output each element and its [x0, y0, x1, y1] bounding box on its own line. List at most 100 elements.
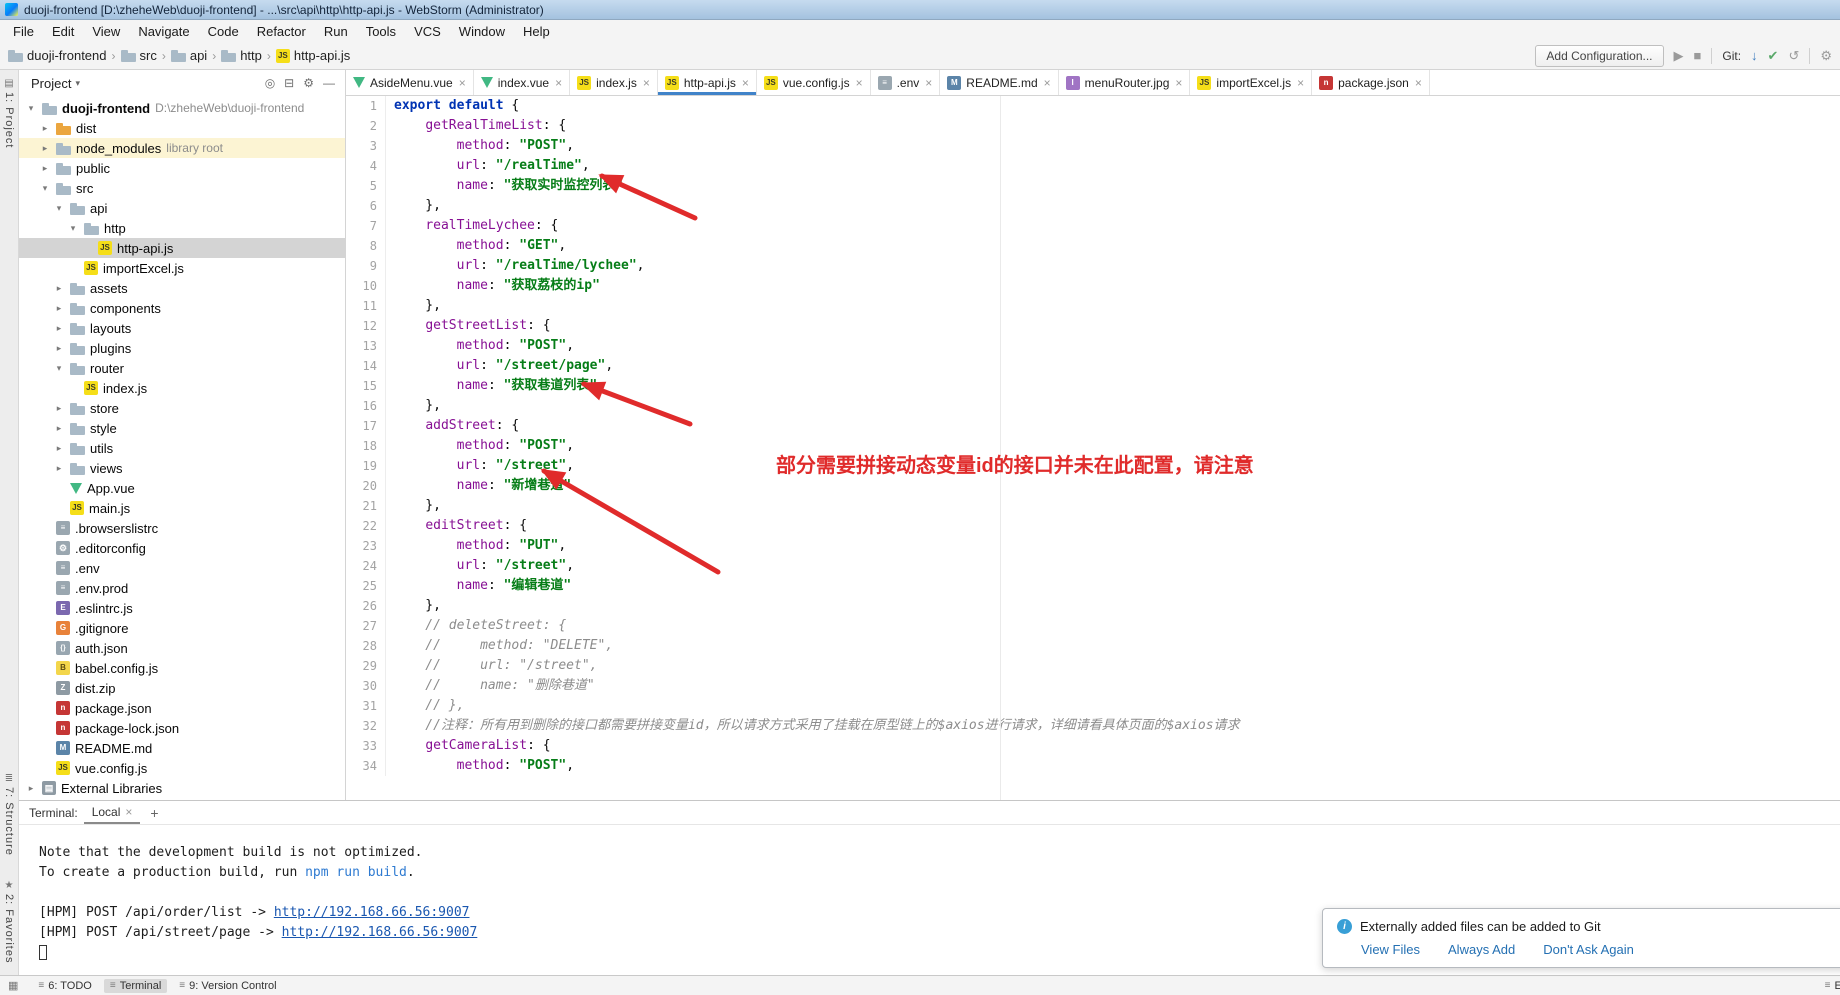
event-log-button[interactable]: ≡ Event Log	[1825, 980, 1840, 992]
chevron-right-icon[interactable]: ▸	[53, 463, 65, 474]
tree-item-env-prod[interactable]: ≡.env.prod	[19, 578, 345, 598]
tab-readme-md[interactable]: MREADME.md×	[940, 70, 1058, 95]
terminal-tab-local[interactable]: Local ×	[84, 802, 141, 824]
tree-item-package-json[interactable]: npackage.json	[19, 698, 345, 718]
git-history-icon[interactable]: ↺	[1788, 48, 1799, 64]
breadcrumb-item[interactable]: http	[221, 48, 262, 63]
tree-item-package-lock-json[interactable]: npackage-lock.json	[19, 718, 345, 738]
tab-importexcel-js[interactable]: JSimportExcel.js×	[1190, 70, 1312, 95]
terminal-link[interactable]: http://192.168.66.56:9007	[274, 905, 470, 920]
tab-env[interactable]: ≡.env×	[871, 70, 941, 95]
menu-file[interactable]: File	[4, 22, 43, 41]
menu-edit[interactable]: Edit	[43, 22, 83, 41]
tab-menurouter-jpg[interactable]: ImenuRouter.jpg×	[1059, 70, 1191, 95]
tree-item-browserslistrc[interactable]: ≡.browserslistrc	[19, 518, 345, 538]
menu-navigate[interactable]: Navigate	[129, 22, 198, 41]
add-configuration-button[interactable]: Add Configuration...	[1535, 45, 1663, 67]
tree-item-external-libraries[interactable]: ▸▤External Libraries	[19, 778, 345, 798]
breadcrumb-item[interactable]: src	[121, 48, 157, 63]
toolwindow-favorites-button[interactable]: ★ 2: Favorites	[3, 876, 15, 967]
notification-action-don-t-ask-again[interactable]: Don't Ask Again	[1543, 942, 1634, 957]
chevron-right-icon[interactable]: ▸	[53, 323, 65, 334]
toolwindow-project-button[interactable]: ▤ 1: Project	[3, 74, 15, 152]
toolwindow-toggle-icon[interactable]: ▦	[4, 979, 22, 992]
tree-item-utils[interactable]: ▸utils	[19, 438, 345, 458]
menu-help[interactable]: Help	[514, 22, 559, 41]
tab-index-js[interactable]: JSindex.js×	[570, 70, 658, 95]
statusbar-terminal[interactable]: ≡Terminal	[104, 979, 167, 993]
close-tab-icon[interactable]: ×	[643, 76, 650, 90]
settings-icon[interactable]: ⚙	[1820, 48, 1832, 64]
tab-http-api-js[interactable]: JShttp-api.js×	[658, 70, 757, 95]
hide-panel-icon[interactable]: ―	[323, 76, 335, 90]
tree-item-editorconfig[interactable]: ⚙.editorconfig	[19, 538, 345, 558]
tree-item-node-modules[interactable]: ▸node_moduleslibrary root	[19, 138, 345, 158]
statusbar-6-todo[interactable]: ≡6: TODO	[32, 979, 97, 993]
breadcrumb-item[interactable]: api	[171, 48, 207, 63]
project-view-dropdown[interactable]: Project ▾	[31, 76, 80, 91]
tree-item-env[interactable]: ≡.env	[19, 558, 345, 578]
chevron-down-icon[interactable]: ▾	[53, 363, 65, 374]
tree-item-layouts[interactable]: ▸layouts	[19, 318, 345, 338]
tree-item-main-js[interactable]: JSmain.js	[19, 498, 345, 518]
settings-gear-icon[interactable]: ⚙	[303, 76, 314, 90]
chevron-down-icon[interactable]: ▾	[53, 203, 65, 214]
chevron-right-icon[interactable]: ▸	[25, 783, 37, 794]
tree-item-readme-md[interactable]: MREADME.md	[19, 738, 345, 758]
notification-action-view-files[interactable]: View Files	[1361, 942, 1420, 957]
menu-tools[interactable]: Tools	[357, 22, 405, 41]
tree-item-http-api-js[interactable]: JShttp-api.js	[19, 238, 345, 258]
tab-index-vue[interactable]: index.vue×	[474, 70, 570, 95]
collapse-all-icon[interactable]: ⊟	[284, 76, 294, 90]
chevron-right-icon[interactable]: ▸	[53, 283, 65, 294]
tree-item-store[interactable]: ▸store	[19, 398, 345, 418]
close-tab-icon[interactable]: ×	[925, 76, 932, 90]
chevron-right-icon[interactable]: ▸	[39, 143, 51, 154]
close-tab-icon[interactable]: ×	[1297, 76, 1304, 90]
tree-item-app-vue[interactable]: App.vue	[19, 478, 345, 498]
tree-item-public[interactable]: ▸public	[19, 158, 345, 178]
chevron-right-icon[interactable]: ▸	[53, 423, 65, 434]
tree-item-router[interactable]: ▾router	[19, 358, 345, 378]
breadcrumb-item[interactable]: JShttp-api.js	[276, 48, 350, 63]
terminal-link[interactable]: http://192.168.66.56:9007	[282, 925, 478, 940]
tree-item-babel-config-js[interactable]: Bbabel.config.js	[19, 658, 345, 678]
close-tab-icon[interactable]: ×	[856, 76, 863, 90]
tree-item-components[interactable]: ▸components	[19, 298, 345, 318]
close-tab-icon[interactable]: ×	[1175, 76, 1182, 90]
close-tab-icon[interactable]: ×	[555, 76, 562, 90]
chevron-right-icon[interactable]: ▸	[39, 123, 51, 134]
statusbar-9-version-control[interactable]: ≡9: Version Control	[173, 979, 282, 993]
tree-item-dist[interactable]: ▸dist	[19, 118, 345, 138]
chevron-down-icon[interactable]: ▾	[67, 223, 79, 234]
tab-package-json[interactable]: npackage.json×	[1312, 70, 1430, 95]
tree-item-importexcel-js[interactable]: JSimportExcel.js	[19, 258, 345, 278]
menu-view[interactable]: View	[83, 22, 129, 41]
close-terminal-tab-icon[interactable]: ×	[125, 805, 132, 819]
menu-run[interactable]: Run	[315, 22, 357, 41]
tab-vue-config-js[interactable]: JSvue.config.js×	[757, 70, 871, 95]
notification-action-always-add[interactable]: Always Add	[1448, 942, 1515, 957]
code-editor[interactable]: 1export default {2 getRealTimeList: {3 m…	[346, 96, 1840, 800]
menu-window[interactable]: Window	[450, 22, 514, 41]
tree-item-dist-zip[interactable]: Zdist.zip	[19, 678, 345, 698]
close-tab-icon[interactable]: ×	[1044, 76, 1051, 90]
chevron-right-icon[interactable]: ▸	[53, 343, 65, 354]
locate-file-icon[interactable]: ◎	[265, 76, 275, 90]
chevron-right-icon[interactable]: ▸	[39, 163, 51, 174]
tree-item-index-js[interactable]: JSindex.js	[19, 378, 345, 398]
chevron-down-icon[interactable]: ▾	[25, 103, 37, 114]
menu-vcs[interactable]: VCS	[405, 22, 450, 41]
close-tab-icon[interactable]: ×	[742, 76, 749, 90]
tree-item-vue-config-js[interactable]: JSvue.config.js	[19, 758, 345, 778]
tree-item-api[interactable]: ▾api	[19, 198, 345, 218]
breadcrumb-item[interactable]: duoji-frontend	[8, 48, 107, 63]
menu-code[interactable]: Code	[199, 22, 248, 41]
tree-item-gitignore[interactable]: G.gitignore	[19, 618, 345, 638]
tree-item-eslintrc-js[interactable]: E.eslintrc.js	[19, 598, 345, 618]
chevron-right-icon[interactable]: ▸	[53, 303, 65, 314]
chevron-right-icon[interactable]: ▸	[53, 443, 65, 454]
chevron-down-icon[interactable]: ▾	[39, 183, 51, 194]
tree-item-views[interactable]: ▸views	[19, 458, 345, 478]
menu-refactor[interactable]: Refactor	[248, 22, 315, 41]
